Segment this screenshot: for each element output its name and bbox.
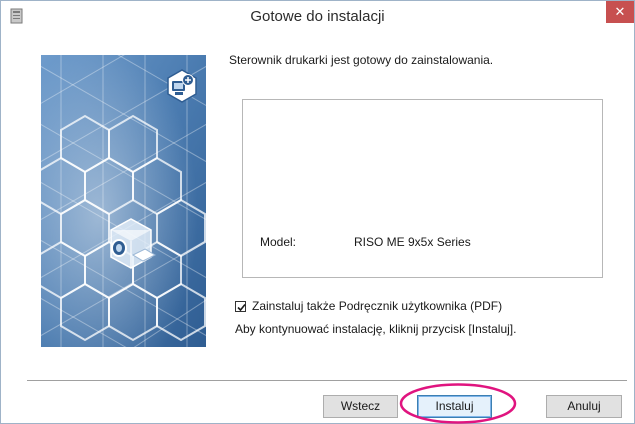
checkmark-icon (237, 303, 246, 311)
continue-instruction: Aby kontynuować instalację, kliknij przy… (235, 322, 517, 336)
title-bar: Gotowe do instalacji ✕ (1, 1, 634, 31)
back-button[interactable]: Wstecz (323, 395, 398, 418)
divider (27, 380, 627, 381)
side-illustration (41, 55, 206, 347)
model-value: RISO ME 9x5x Series (354, 235, 471, 249)
computer-plus-icon (167, 69, 197, 103)
close-icon: ✕ (614, 4, 626, 19)
intro-text: Sterownik drukarki jest gotowy do zainst… (229, 53, 494, 67)
install-manual-label[interactable]: Zainstaluj także Podręcznik użytkownika … (252, 299, 502, 313)
model-label: Model: (260, 235, 297, 249)
install-manual-checkbox[interactable] (235, 300, 246, 312)
close-button[interactable]: ✕ (606, 1, 634, 23)
window-title: Gotowe do instalacji (250, 8, 385, 25)
installer-window: Gotowe do instalacji ✕ Sterownik drukark… (0, 0, 635, 424)
install-manual-option[interactable]: Zainstaluj także Podręcznik użytkownika … (235, 298, 502, 314)
cancel-button[interactable]: Anuluj (546, 395, 622, 418)
install-button[interactable]: Instaluj (417, 395, 492, 418)
model-info-box: Model: RISO ME 9x5x Series (242, 99, 603, 278)
